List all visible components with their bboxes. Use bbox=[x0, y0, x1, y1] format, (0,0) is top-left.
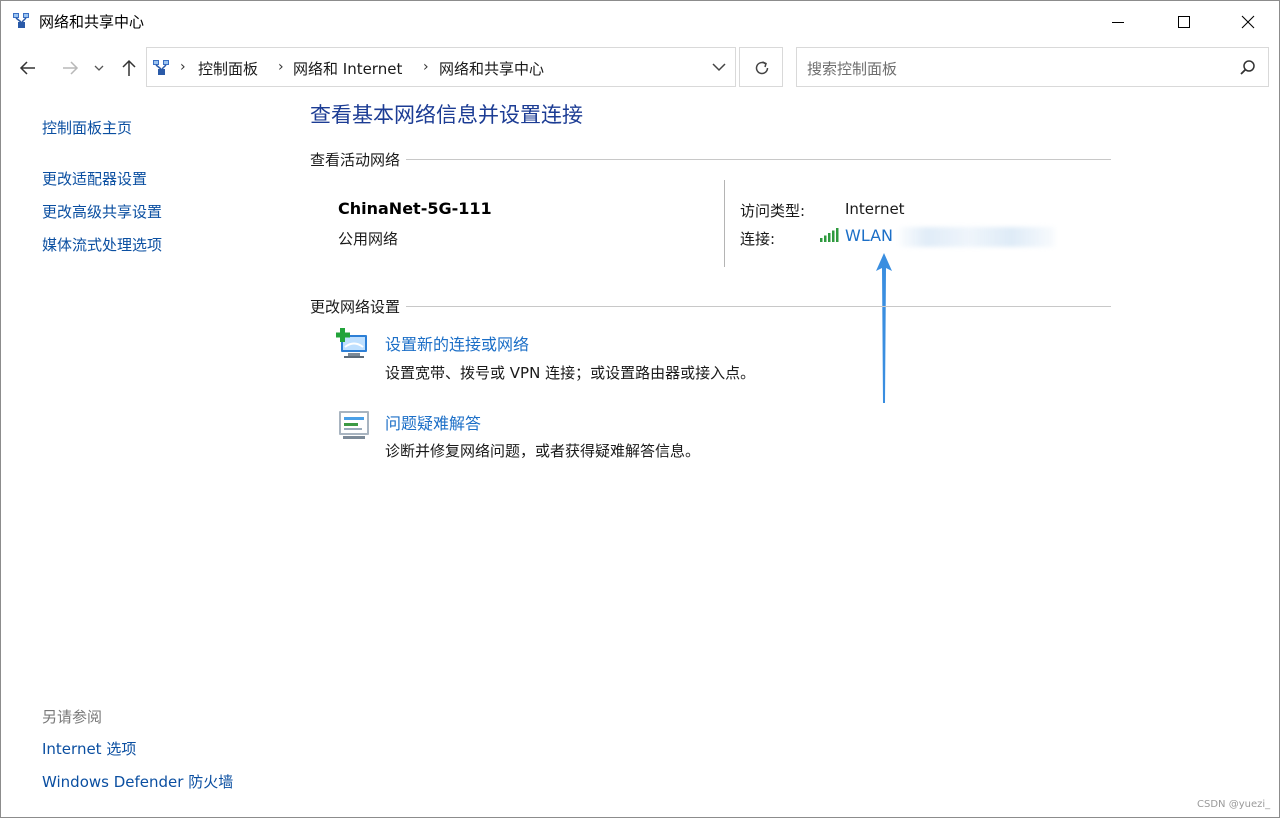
troubleshoot-link[interactable]: 问题疑难解答 bbox=[385, 410, 481, 434]
wifi-signal-icon bbox=[820, 228, 839, 242]
breadcrumb-separator[interactable]: › bbox=[180, 59, 186, 75]
forward-button[interactable] bbox=[57, 55, 83, 81]
connection-label: 连接: bbox=[740, 230, 776, 248]
section-divider bbox=[310, 159, 1111, 160]
control-panel-icon bbox=[153, 60, 169, 75]
section-divider bbox=[310, 306, 1111, 307]
sidebar-link-media-streaming[interactable]: 媒体流式处理选项 bbox=[42, 234, 162, 255]
redacted-ssid-blur bbox=[899, 227, 1055, 247]
see-also-internet-options[interactable]: Internet 选项 bbox=[42, 738, 136, 759]
breadcrumb-network-internet[interactable]: 网络和 Internet bbox=[293, 58, 402, 79]
new-connection-icon bbox=[336, 328, 367, 358]
search-icon[interactable] bbox=[1239, 59, 1257, 77]
chevron-down-icon bbox=[712, 63, 726, 72]
breadcrumb-separator[interactable]: › bbox=[423, 59, 429, 75]
network-sharing-center-window: 网络和共享中心 › 控制面板 › 网络和 Internet › 网络和共享中心 … bbox=[0, 0, 1280, 818]
refresh-button[interactable] bbox=[739, 47, 783, 87]
network-center-icon bbox=[13, 13, 29, 28]
search-box[interactable]: 搜索控制面板 bbox=[796, 47, 1269, 87]
setup-connection-link[interactable]: 设置新的连接或网络 bbox=[385, 331, 529, 355]
see-also-firewall[interactable]: Windows Defender 防火墙 bbox=[42, 771, 233, 792]
arrow-right-icon bbox=[63, 61, 79, 75]
watermark: CSDN @yuezi_ bbox=[1197, 799, 1271, 810]
arrow-left-icon bbox=[19, 61, 35, 75]
annotation-arrow-icon bbox=[876, 253, 892, 403]
search-input[interactable]: 搜索控制面板 bbox=[807, 58, 897, 79]
recent-locations-button[interactable] bbox=[89, 55, 109, 81]
minimize-button[interactable] bbox=[1093, 1, 1141, 43]
troubleshoot-icon bbox=[339, 411, 369, 439]
close-button[interactable] bbox=[1223, 1, 1271, 43]
sidebar-link-control-panel-home[interactable]: 控制面板主页 bbox=[42, 117, 132, 138]
access-type-label: 访问类型: bbox=[740, 202, 806, 220]
active-networks-heading: 查看活动网络 bbox=[310, 149, 407, 170]
maximize-button[interactable] bbox=[1159, 1, 1207, 43]
window-title: 网络和共享中心 bbox=[39, 13, 145, 31]
breadcrumb-control-panel[interactable]: 控制面板 bbox=[198, 58, 258, 79]
network-category[interactable]: 公用网络 bbox=[338, 228, 398, 249]
title-bar: 网络和共享中心 bbox=[1, 1, 1279, 43]
setup-connection-description: 设置宽带、拨号或 VPN 连接；或设置路由器或接入点。 bbox=[385, 364, 756, 382]
arrow-up-icon bbox=[122, 59, 136, 76]
refresh-icon bbox=[755, 61, 769, 75]
sidebar-link-advanced-sharing[interactable]: 更改高级共享设置 bbox=[42, 201, 162, 222]
breadcrumb-separator[interactable]: › bbox=[278, 59, 284, 75]
troubleshoot-description: 诊断并修复网络问题，或者获得疑难解答信息。 bbox=[385, 442, 701, 460]
minimize-icon bbox=[1112, 22, 1124, 23]
sidebar-link-adapter-settings[interactable]: 更改适配器设置 bbox=[42, 168, 147, 189]
access-type-value: Internet bbox=[845, 200, 905, 218]
network-name: ChinaNet-5G-111 bbox=[338, 199, 492, 218]
maximize-icon bbox=[1178, 16, 1190, 28]
address-bar[interactable]: › 控制面板 › 网络和 Internet › 网络和共享中心 bbox=[146, 47, 736, 87]
page-title: 查看基本网络信息并设置连接 bbox=[310, 103, 583, 127]
close-icon bbox=[1241, 15, 1255, 29]
breadcrumb-network-sharing-center[interactable]: 网络和共享中心 bbox=[439, 58, 544, 79]
back-button[interactable] bbox=[15, 55, 41, 81]
wlan-connection-link[interactable]: WLAN bbox=[845, 226, 893, 245]
up-button[interactable] bbox=[116, 55, 142, 81]
chevron-down-icon bbox=[94, 65, 104, 71]
change-settings-heading: 更改网络设置 bbox=[310, 296, 407, 317]
address-history-dropdown[interactable] bbox=[704, 52, 734, 82]
vertical-divider bbox=[724, 180, 725, 267]
see-also-heading: 另请参阅 bbox=[42, 708, 103, 726]
